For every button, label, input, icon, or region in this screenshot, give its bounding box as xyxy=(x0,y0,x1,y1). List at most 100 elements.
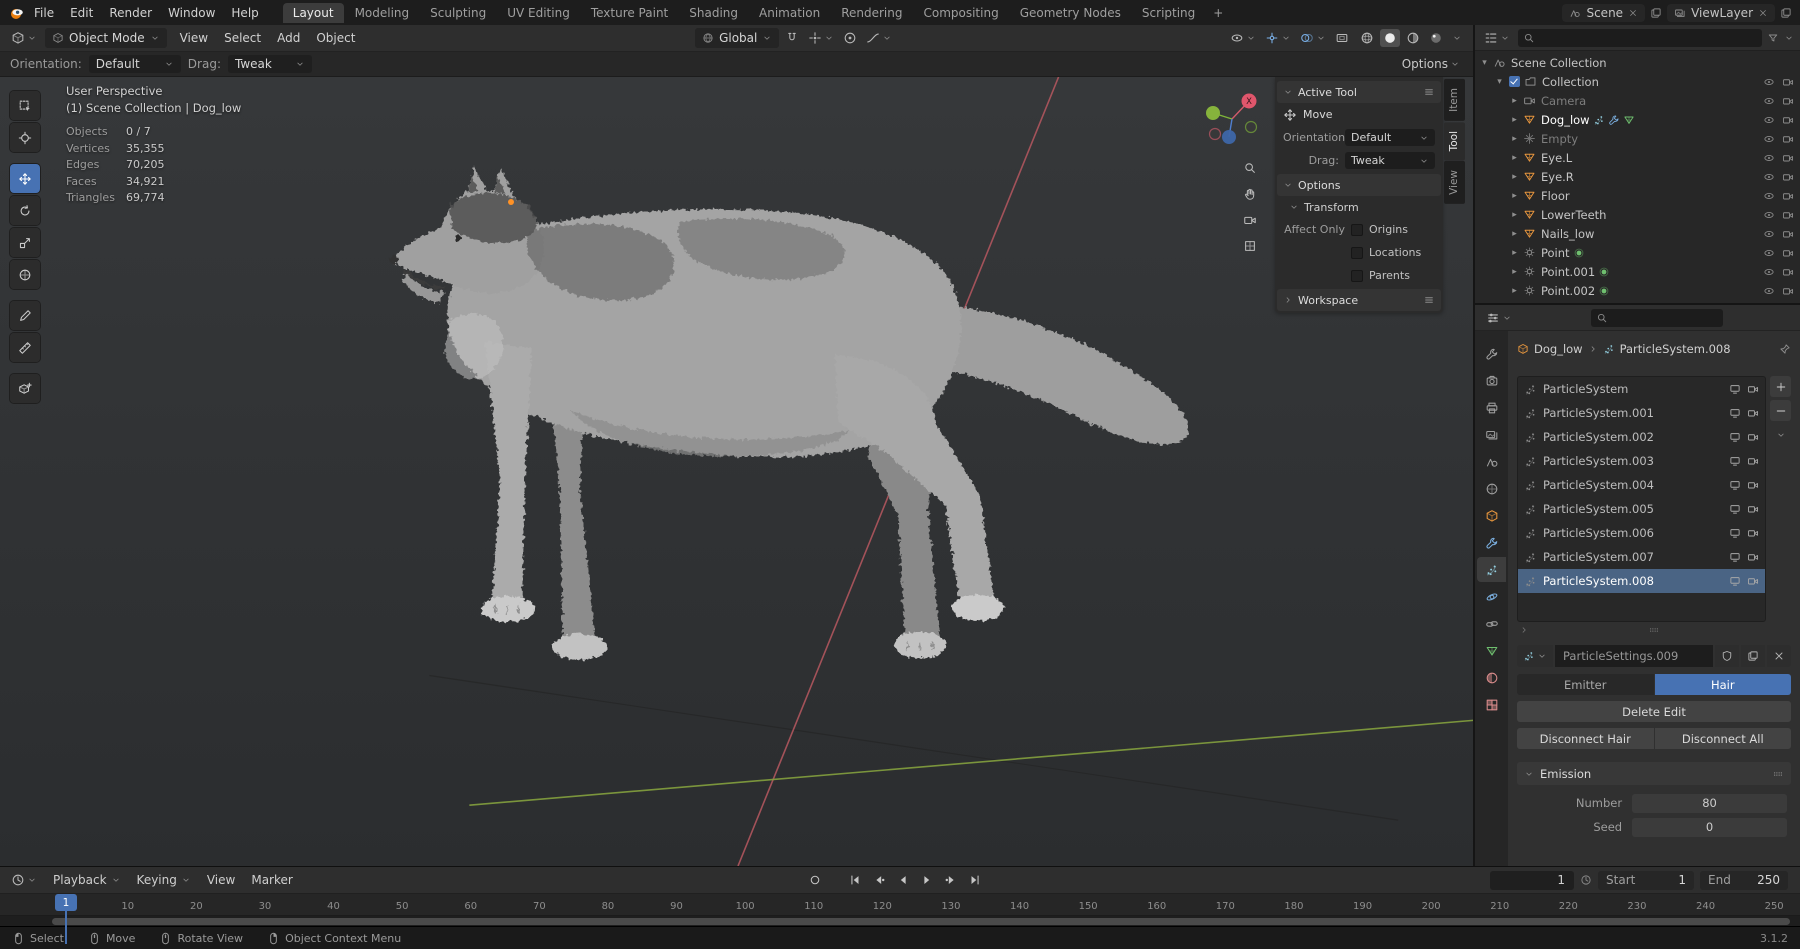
blender-logo-icon[interactable] xyxy=(8,5,24,21)
transform-orientation-dropdown[interactable]: Global xyxy=(695,28,780,48)
particle-system-row-particlesystem-006[interactable]: ParticleSystem.006 xyxy=(1518,521,1765,545)
frame-tick-100[interactable]: 100 xyxy=(736,901,755,912)
play-button[interactable] xyxy=(916,871,938,890)
frame-tick-250[interactable]: 250 xyxy=(1765,901,1784,912)
menu-help[interactable]: Help xyxy=(223,4,266,22)
filter-icon[interactable] xyxy=(1767,32,1779,44)
workspace-tab-texture-paint[interactable]: Texture Paint xyxy=(581,3,678,23)
shading-wireframe-button[interactable] xyxy=(1357,29,1377,47)
disclosure-icon[interactable]: ▸ xyxy=(1509,248,1520,258)
timeline-playhead[interactable]: 1 xyxy=(55,894,77,944)
hand-button[interactable] xyxy=(1243,187,1257,201)
remove-viewlayer-icon[interactable] xyxy=(1758,8,1768,18)
zoom-button[interactable] xyxy=(1243,161,1257,175)
breadcrumb-item[interactable]: ParticleSystem.008 xyxy=(1620,342,1731,356)
timeline-scrollbar[interactable] xyxy=(52,917,1790,925)
workspace-tab-compositing[interactable]: Compositing xyxy=(913,3,1008,23)
unlink-settings-button[interactable] xyxy=(1767,645,1791,667)
outliner-row-partial[interactable]: ▸ xyxy=(1475,300,1800,303)
sidebar-drag-dropdown[interactable]: Tweak xyxy=(1345,152,1435,169)
tool-rotate[interactable] xyxy=(10,196,40,225)
disclosure-icon[interactable]: ▾ xyxy=(1494,77,1505,87)
settings-name-field[interactable]: ParticleSettings.009 xyxy=(1555,645,1713,667)
disclosure-icon[interactable]: ▸ xyxy=(1509,172,1520,182)
frame-tick-200[interactable]: 200 xyxy=(1422,901,1441,912)
scene-selector[interactable]: Scene xyxy=(1562,3,1646,22)
workspace-tab-scripting[interactable]: Scripting xyxy=(1132,3,1205,23)
timeline-menu-view[interactable]: View xyxy=(200,871,242,889)
properties-search-input[interactable] xyxy=(1611,311,1718,324)
properties-tab-physics[interactable] xyxy=(1477,584,1506,609)
field-seed[interactable]: 0 xyxy=(1632,817,1787,837)
jump-start-button[interactable] xyxy=(844,871,866,890)
outliner-row-nails-low[interactable]: ▸ Nails_low xyxy=(1475,224,1800,243)
grid-button[interactable] xyxy=(1243,239,1257,253)
particle-system-row-particlesystem[interactable]: ParticleSystem xyxy=(1518,377,1765,401)
frame-tick-180[interactable]: 180 xyxy=(1284,901,1303,912)
viewport-menu-view[interactable]: View xyxy=(172,29,216,47)
frame-tick-170[interactable]: 170 xyxy=(1216,901,1235,912)
add-particle-system-button[interactable] xyxy=(1770,376,1791,397)
frame-tick-80[interactable]: 80 xyxy=(602,901,615,912)
disclosure-icon[interactable]: ▸ xyxy=(1509,267,1520,277)
outliner-row-point-001[interactable]: ▸ Point.001 xyxy=(1475,262,1800,281)
sidebar-tab-tool[interactable]: Tool xyxy=(1444,121,1465,161)
outliner-row-lowerteeth[interactable]: ▸ LowerTeeth xyxy=(1475,205,1800,224)
type-hair-button[interactable]: Hair xyxy=(1654,674,1791,695)
frame-tick-10[interactable]: 10 xyxy=(121,901,134,912)
sidebar-tab-item[interactable]: Item xyxy=(1444,79,1465,121)
tool-annotate[interactable] xyxy=(10,301,40,330)
outliner-row-camera[interactable]: ▸ Camera xyxy=(1475,91,1800,110)
properties-tab-constraints[interactable] xyxy=(1477,611,1506,636)
workspace-tab-geometry-nodes[interactable]: Geometry Nodes xyxy=(1010,3,1131,23)
unlink-scene-icon[interactable] xyxy=(1628,8,1638,18)
tool-transform[interactable] xyxy=(10,260,40,289)
frame-tick-110[interactable]: 110 xyxy=(804,901,823,912)
properties-tab-view-layer[interactable] xyxy=(1477,422,1506,447)
checkbox-locations[interactable] xyxy=(1351,246,1363,259)
disclosure-icon[interactable]: ▸ xyxy=(1509,191,1520,201)
delete-edit-button[interactable]: Delete Edit xyxy=(1517,701,1791,722)
drag-setting-dropdown[interactable]: Tweak xyxy=(227,55,312,73)
frame-tick-130[interactable]: 130 xyxy=(941,901,960,912)
mode-selector[interactable]: Object Mode xyxy=(45,28,167,48)
chevron-down-icon[interactable] xyxy=(1784,33,1794,43)
properties-tab-particles[interactable] xyxy=(1477,557,1506,582)
chevron-right-icon[interactable] xyxy=(1519,625,1529,635)
use-preview-range-icon[interactable] xyxy=(1580,874,1592,886)
disconnect-all-button[interactable]: Disconnect All xyxy=(1654,728,1791,749)
timeline-menu-keying[interactable]: Keying xyxy=(130,871,198,889)
active-tool-section-header[interactable]: Active Tool xyxy=(1277,81,1441,103)
particle-system-row-particlesystem-002[interactable]: ParticleSystem.002 xyxy=(1518,425,1765,449)
options-section-header[interactable]: Options xyxy=(1277,174,1441,196)
emission-section-header[interactable]: Emission xyxy=(1517,762,1791,785)
outliner-row-floor[interactable]: ▸ Floor xyxy=(1475,186,1800,205)
auto-keying-button[interactable] xyxy=(804,871,826,890)
tool-scale[interactable] xyxy=(10,228,40,257)
outliner-search-input[interactable] xyxy=(1539,31,1757,44)
toggle-visibility-button[interactable] xyxy=(1227,29,1259,47)
snap-toggle-button[interactable] xyxy=(782,29,802,47)
properties-tab-output[interactable] xyxy=(1477,395,1506,420)
workspace-section-header[interactable]: Workspace xyxy=(1277,289,1441,311)
navigation-gizmo[interactable]: X xyxy=(1199,85,1265,151)
end-frame-field[interactable]: End 250 xyxy=(1700,870,1789,890)
tool-add-cube[interactable] xyxy=(10,374,40,403)
toggle-gizmo-button[interactable] xyxy=(1262,29,1294,47)
frame-tick-120[interactable]: 120 xyxy=(873,901,892,912)
disclosure-icon[interactable]: ▸ xyxy=(1509,286,1520,296)
options-dropdown[interactable]: Options xyxy=(1399,55,1463,73)
tool-select-box[interactable] xyxy=(10,91,40,120)
disclosure-icon[interactable]: ▸ xyxy=(1509,115,1520,125)
frame-tick-70[interactable]: 70 xyxy=(533,901,546,912)
new-scene-icon[interactable] xyxy=(1650,7,1662,19)
start-frame-field[interactable]: Start 1 xyxy=(1598,870,1695,890)
field-number[interactable]: 80 xyxy=(1632,793,1787,813)
viewport-canvas[interactable]: User Perspective (1) Scene Collection | … xyxy=(0,77,1473,866)
outliner-row-collection[interactable]: ▾ Collection xyxy=(1475,72,1800,91)
properties-tab-modifiers[interactable] xyxy=(1477,530,1506,555)
shading-solid-button[interactable] xyxy=(1380,29,1400,47)
outliner-row-point[interactable]: ▸ Point xyxy=(1475,243,1800,262)
camera-button[interactable] xyxy=(1243,213,1257,227)
workspace-tab-animation[interactable]: Animation xyxy=(749,3,830,23)
